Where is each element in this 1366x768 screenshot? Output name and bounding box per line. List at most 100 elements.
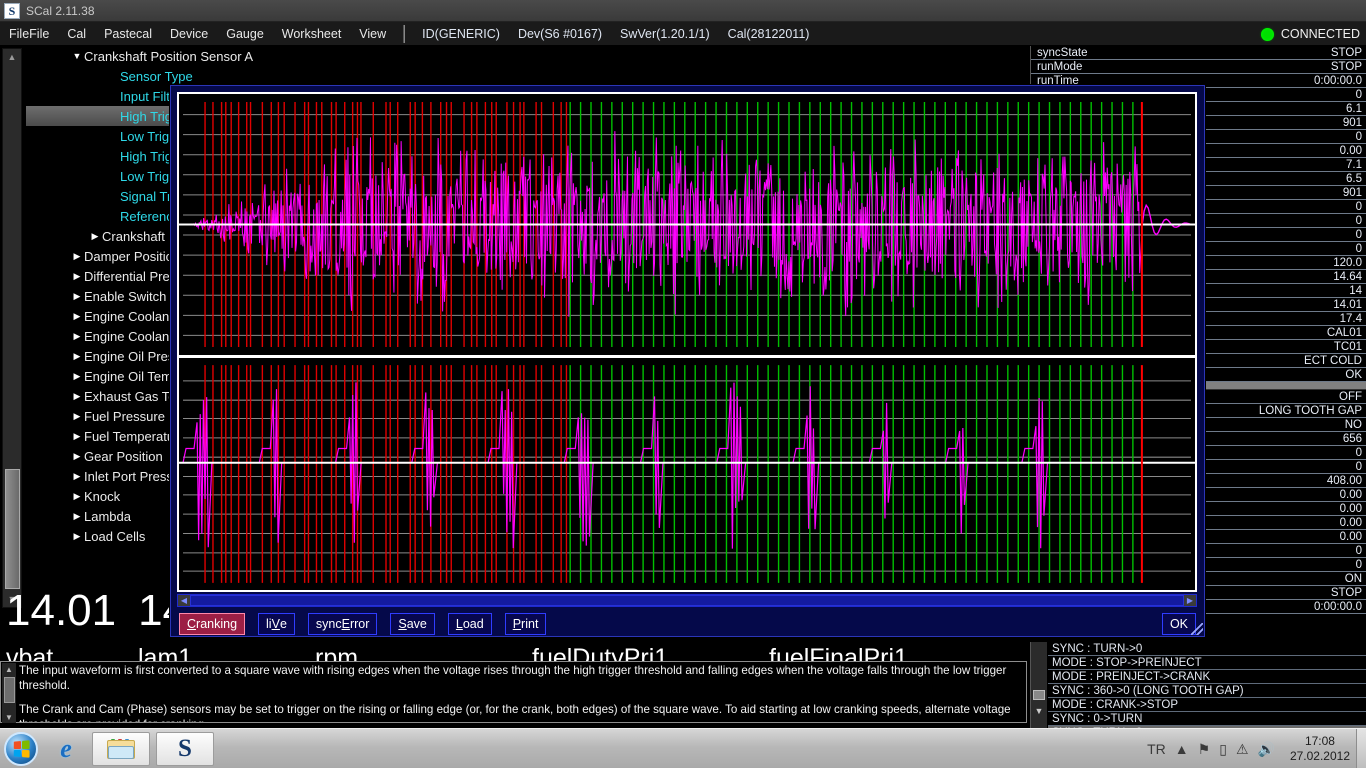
status-row-value: 408.00	[1326, 474, 1362, 487]
scroll-left-icon[interactable]: ◀	[178, 595, 190, 606]
status-row-value: OFF	[1339, 390, 1362, 403]
tree-node-label: Lambda	[84, 508, 131, 524]
twisty-collapsed-icon[interactable]	[70, 531, 84, 542]
menu-gauge[interactable]: Gauge	[217, 24, 273, 44]
log-scrollbar[interactable]: ▼	[1031, 642, 1047, 728]
help-scroll-down-icon[interactable]: ▼	[2, 711, 16, 723]
twisty-collapsed-icon[interactable]	[70, 331, 84, 342]
scope-scroll-thumb[interactable]	[190, 595, 1184, 606]
status-row-value: ECT COLD	[1304, 354, 1362, 367]
scope-button-syncerror[interactable]: sync Error	[307, 613, 378, 635]
crank-sensor-plot[interactable]	[179, 94, 1195, 358]
status-row-value: STOP	[1330, 586, 1362, 599]
menu-view[interactable]: View	[350, 24, 395, 44]
twisty-collapsed-icon[interactable]	[88, 231, 102, 242]
scope-button-print[interactable]: Print	[504, 613, 547, 635]
status-row-value: 0	[1355, 130, 1362, 143]
twisty-collapsed-icon[interactable]	[70, 271, 84, 282]
scroll-right-icon[interactable]: ▶	[1184, 595, 1196, 606]
battery-icon[interactable]: ▯	[1219, 741, 1227, 758]
action-center-icon[interactable]: ⚠	[1236, 741, 1249, 758]
scope-horizontal-scrollbar[interactable]: ◀ ▶	[177, 594, 1197, 607]
twisty-expanded-icon[interactable]	[70, 51, 84, 61]
status-row-key: runMode	[1037, 60, 1083, 73]
twisty-collapsed-icon[interactable]	[70, 471, 84, 482]
twisty-collapsed-icon[interactable]	[70, 291, 84, 302]
status-row-value: 0	[1355, 446, 1362, 459]
status-row-value: 0.00	[1339, 144, 1362, 157]
scal-taskbar-button[interactable]: S	[156, 731, 214, 766]
clock[interactable]: 17:08 27.02.2012	[1290, 734, 1350, 764]
gauge-value: 14.01	[6, 586, 117, 635]
status-row-value: 0	[1355, 558, 1362, 571]
connection-status-label: CONNECTED	[1280, 27, 1360, 41]
help-scroll-thumb[interactable]	[4, 677, 15, 703]
log-scroll-thumb[interactable]	[1033, 690, 1045, 700]
twisty-collapsed-icon[interactable]	[70, 391, 84, 402]
tree-node[interactable]: Sensor Type	[26, 66, 1026, 86]
tree-scrollbar[interactable]: ▲ ▼	[2, 48, 22, 608]
menu-cal[interactable]: Cal	[58, 24, 95, 44]
status-row-value: 14	[1349, 284, 1362, 297]
scope-button-load[interactable]: Load	[447, 613, 492, 635]
scope-button-row: Cranking li Ve sync Error Save Load Print	[179, 613, 547, 635]
status-row-value: 0	[1355, 200, 1362, 213]
twisty-collapsed-icon[interactable]	[70, 351, 84, 362]
log-row[interactable]: SYNC : 0->TURN	[1048, 712, 1366, 726]
start-button[interactable]	[4, 731, 38, 766]
twisty-collapsed-icon[interactable]	[70, 491, 84, 502]
calibration-label: Cal(28122011)	[727, 26, 810, 41]
twisty-collapsed-icon[interactable]	[70, 451, 84, 462]
resize-grip-icon[interactable]	[1191, 623, 1203, 635]
twisty-collapsed-icon[interactable]	[70, 251, 84, 262]
menu-device[interactable]: Device	[161, 24, 217, 44]
menu-file[interactable]: FileFile	[0, 24, 58, 44]
twisty-collapsed-icon[interactable]	[70, 311, 84, 322]
log-row[interactable]: MODE : STOP->PREINJECT	[1048, 656, 1366, 670]
device-id-label: ID(GENERIC)	[422, 26, 500, 41]
cam-sensor-plot[interactable]	[179, 361, 1195, 590]
tree-node-label: Fuel Pressure	[84, 408, 165, 424]
status-row-value: 14.64	[1333, 270, 1362, 283]
status-row[interactable]: syncState STOP	[1031, 46, 1366, 60]
log-row[interactable]: MODE : CRANK->STOP	[1048, 698, 1366, 712]
system-tray: TR ▲ ⚑ ▯ ⚠ 🔊 17:08 27.02.2012	[1147, 729, 1366, 768]
network-flag-icon[interactable]: ⚑	[1198, 741, 1211, 758]
log-row[interactable]: SYNC : 360->0 (LONG TOOTH GAP)	[1048, 684, 1366, 698]
help-text-box: ▲ ▼ The input waveform is first converte…	[0, 661, 1027, 723]
log-row[interactable]: MODE : PREINJECT->CRANK	[1048, 670, 1366, 684]
file-explorer-button[interactable]	[92, 731, 150, 766]
status-row[interactable]: runMode STOP	[1031, 60, 1366, 74]
status-row-value: OK	[1345, 368, 1362, 381]
scroll-up-icon[interactable]: ▲	[3, 49, 21, 65]
scope-button-cranking[interactable]: Cranking	[179, 613, 246, 635]
crank-sensor-svg	[179, 94, 1195, 355]
volume-icon[interactable]: 🔊	[1258, 741, 1275, 758]
log-row[interactable]: SYNC : TURN->0	[1048, 642, 1366, 656]
tree-node-label: Gear Position	[84, 448, 163, 464]
status-row-value: 0:00:00.0	[1314, 74, 1362, 87]
menu-bar: FileFile Cal Pastecal Device Gauge Works…	[0, 22, 1366, 46]
log-scroll-down-icon[interactable]: ▼	[1032, 704, 1046, 718]
keyboard-layout-label[interactable]: TR	[1147, 741, 1166, 757]
twisty-collapsed-icon[interactable]	[70, 431, 84, 442]
tree-scroll-thumb[interactable]	[5, 469, 20, 589]
scope-button-save[interactable]: Save	[390, 613, 435, 635]
show-desktop-button[interactable]	[1356, 729, 1366, 768]
twisty-collapsed-icon[interactable]	[70, 411, 84, 422]
menu-pastecal[interactable]: Pastecal	[95, 24, 161, 44]
scope-button-live[interactable]: li Ve	[258, 613, 295, 635]
tree-node[interactable]: Crankshaft Position Sensor A	[26, 46, 1026, 66]
twisty-collapsed-icon[interactable]	[70, 511, 84, 522]
help-scroll-up-icon[interactable]: ▲	[2, 663, 16, 675]
status-row-value: 0	[1355, 88, 1362, 101]
twisty-collapsed-icon[interactable]	[70, 371, 84, 382]
menu-worksheet[interactable]: Worksheet	[273, 24, 351, 44]
show-hidden-icons-icon[interactable]: ▲	[1175, 741, 1189, 757]
help-paragraph-1: The input waveform is first converted to…	[19, 664, 1007, 692]
help-scrollbar[interactable]: ▲ ▼	[2, 663, 16, 723]
tree-node-label: Load Cells	[84, 528, 146, 544]
internet-explorer-icon[interactable]: e	[46, 732, 86, 766]
folder-icon	[107, 738, 135, 759]
device-name-label: Dev(S6 #0167)	[517, 26, 603, 41]
